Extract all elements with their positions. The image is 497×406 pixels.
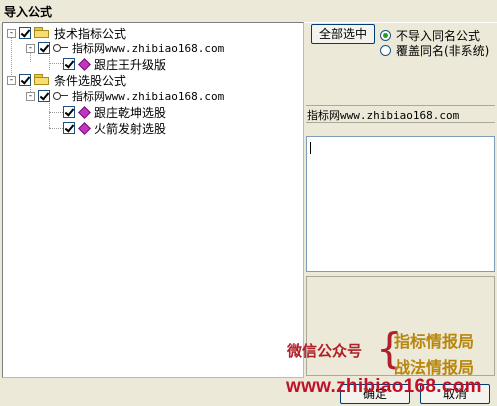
watermark-line2: 战法情报局 [394,358,475,377]
tree-node-formula[interactable]: 跟庄王升级版 [63,56,166,72]
watermark-url: www.zhibiao168.com [286,376,482,397]
node-label: 指标网www.zhibiao168.com [72,42,225,55]
select-all-button[interactable]: 全部选中 [311,24,375,44]
radio-label: 覆盖同名(非系统) [396,44,490,58]
tree-connector [49,128,63,129]
tree-node-package[interactable]: - 指标网www.zhibiao168.com [26,88,224,104]
tree-node-formula[interactable]: 跟庄乾坤选股 [63,104,166,120]
window-title: 导入公式 [4,5,53,19]
source-info: 指标网www.zhibiao168.com [306,105,495,123]
radio-overwrite-duplicates[interactable]: 覆盖同名(非系统) [380,43,489,58]
formula-icon [78,57,91,71]
checkbox[interactable] [63,106,75,118]
tree-node-screening[interactable]: - 条件选股公式 [7,72,126,88]
formula-tree[interactable]: - 技术指标公式 - 指标网www.zhibiao168.com 跟庄王升级版 … [2,22,304,378]
radio-dot[interactable] [380,45,391,56]
node-label: 技术指标公式 [54,26,127,41]
radio-skip-duplicates[interactable]: 不导入同名公式 [380,28,480,43]
collapse-toggle[interactable]: - [7,75,16,85]
collapse-toggle[interactable]: - [7,28,16,38]
collapse-toggle[interactable]: - [26,43,35,53]
radio-dot[interactable] [380,30,391,41]
watermark-wechat-text: 微信公众号 [287,342,363,360]
node-label: 指标网www.zhibiao168.com [72,90,225,103]
key-icon [53,90,69,102]
tree-connector [49,100,50,128]
node-label: 条件选股公式 [54,73,127,88]
tree-connector [49,112,63,113]
checkbox[interactable] [63,58,75,70]
collapse-toggle[interactable]: - [26,91,35,101]
node-label: 跟庄乾坤选股 [94,105,167,120]
text-caret [310,142,311,154]
folder-icon [34,74,50,86]
tree-node-formula[interactable]: 火箭发射选股 [63,120,166,136]
formula-icon [78,105,91,119]
tree-node-package[interactable]: - 指标网www.zhibiao168.com [26,40,224,56]
checkbox[interactable] [38,90,50,102]
folder-icon [34,27,50,39]
title-bar: 导入公式 [0,0,497,23]
tree-node-technical[interactable]: - 技术指标公式 [7,25,126,41]
checkbox[interactable] [19,27,31,39]
source-text: 指标网www.zhibiao168.com [307,109,460,122]
tree-connector [49,63,63,64]
checkbox[interactable] [19,74,31,86]
key-icon [53,42,69,54]
description-textarea[interactable] [306,136,495,272]
node-label: 火箭发射选股 [94,121,167,136]
checkbox[interactable] [38,42,50,54]
checkbox[interactable] [63,122,75,134]
formula-icon [78,121,91,135]
node-label: 跟庄王升级版 [94,57,167,72]
watermark-line1: 指标情报局 [394,332,475,351]
